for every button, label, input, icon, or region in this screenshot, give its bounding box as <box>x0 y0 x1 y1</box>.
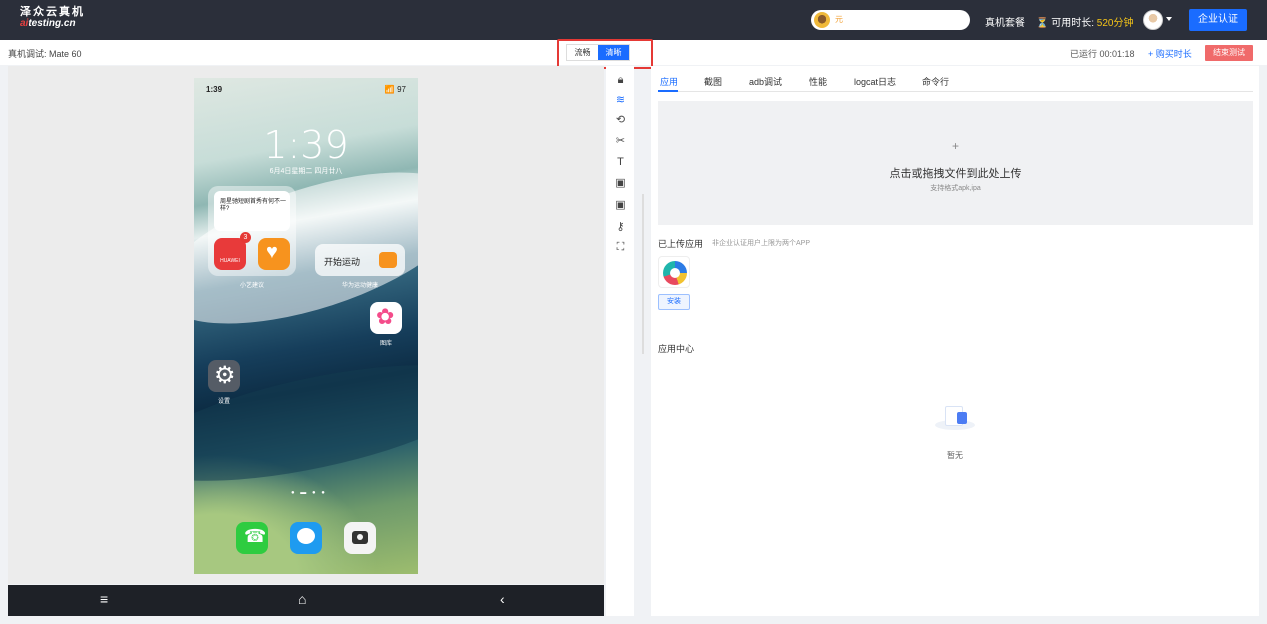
widget-label-health: 华为运动健康 <box>341 283 378 289</box>
status-icons: 📶 97 <box>384 85 406 94</box>
tab-shell[interactable]: 命令行 <box>922 75 949 88</box>
hourglass-icon: ⏳ <box>1036 18 1049 29</box>
gallery-label: 图库 <box>379 341 392 347</box>
widget-label-xiaoyi: 小艺建议 <box>239 283 264 289</box>
notification-badge: 3 <box>240 232 251 243</box>
news-card[interactable]: 周星驰短剧首秀有何不一样? <box>214 191 290 231</box>
back-icon[interactable]: ‹ <box>500 591 505 607</box>
sport-text: 开始运动 <box>324 257 361 267</box>
image-edit-icon[interactable]: ▣ <box>614 199 627 212</box>
tool-column: 🔒︎ ≋ ⟲ ✂ T ▣ ▣ ⚷ ⛶ <box>606 66 634 616</box>
wifi-icon[interactable]: ≋ <box>614 94 627 107</box>
home-icon[interactable]: ⌂ <box>298 591 306 607</box>
key-icon[interactable]: ⚷ <box>614 221 627 234</box>
app-center-title: 应用中心 <box>658 344 695 354</box>
chevron-down-icon[interactable] <box>1166 17 1172 21</box>
uploaded-apps-title: 已上传应用 <box>658 239 704 249</box>
device-screen-area: 1:39 📶 97 1:39 6月4日星期二 四月廿八 周星驰短剧首秀有何不一样… <box>8 66 604 584</box>
status-time: 1:39 <box>206 85 223 94</box>
user-pill[interactable]: 元 <box>811 10 970 30</box>
logo-domain-rest: testing.cn <box>28 18 76 29</box>
uploaded-app-icon[interactable] <box>658 256 690 288</box>
scissors-icon[interactable]: ✂ <box>614 135 627 148</box>
device-label: 真机调试: Mate 60 <box>8 49 82 59</box>
menu-icon[interactable]: ≡ <box>100 591 108 607</box>
tab-bar: 应用 截图 adb调试 性能 logcat日志 命令行 <box>658 66 1253 92</box>
start-sport-widget[interactable]: 开始运动 <box>315 244 405 276</box>
health-app-icon[interactable] <box>258 238 290 270</box>
text-icon[interactable]: T <box>614 156 627 169</box>
lockscreen-date: 6月4日星期二 四月廿八 <box>269 168 343 175</box>
tab-screenshot[interactable]: 截图 <box>704 75 722 88</box>
rotate-icon[interactable]: ⟲ <box>614 114 627 127</box>
top-bar: 泽众云真机 aitesting.cn 元 真机套餐 ⏳ 可用时长: 520分钟 … <box>0 0 1267 40</box>
health-icon <box>379 252 397 268</box>
empty-text: 暂无 <box>947 451 963 460</box>
highlight-box <box>557 39 653 69</box>
messages-app-icon[interactable] <box>290 522 322 554</box>
available-time-label: 可用时长: <box>1051 18 1095 29</box>
huawei-app-icon[interactable]: HUAWEI <box>214 238 246 270</box>
settings-label: 设置 <box>217 399 230 405</box>
upload-dropzone[interactable]: + 点击或拖拽文件到此处上传 支持格式apk,ipa <box>658 101 1253 225</box>
install-button[interactable]: 安装 <box>658 294 690 310</box>
tab-active-indicator <box>658 90 678 92</box>
logo-title: 泽众云真机 <box>20 6 85 18</box>
divider <box>642 194 644 354</box>
page-indicator: ● ▬ ● ● <box>291 490 327 496</box>
image-upload-icon[interactable]: ▣ <box>614 177 627 190</box>
empty-illustration-icon <box>935 404 975 432</box>
plus-icon: + <box>951 139 959 153</box>
account-avatar[interactable] <box>1143 10 1163 30</box>
gallery-app-icon[interactable] <box>370 302 402 334</box>
tab-performance[interactable]: 性能 <box>809 75 827 88</box>
settings-app-icon[interactable] <box>208 360 240 392</box>
tab-adb[interactable]: adb调试 <box>749 75 782 88</box>
upload-title: 点击或拖拽文件到此处上传 <box>889 168 1022 180</box>
fullscreen-icon[interactable]: ⛶ <box>614 241 627 254</box>
logo-domain: aitesting.cn <box>20 18 85 29</box>
available-time-value: 520分钟 <box>1096 18 1134 29</box>
runtime-text: 已运行 00:01:18 <box>1070 49 1135 59</box>
uploaded-apps-note: 非企业认证用户上限为两个APP <box>712 240 811 247</box>
lockscreen-clock: 1:39 <box>263 123 349 167</box>
user-avatar <box>814 12 830 28</box>
tab-logcat[interactable]: logcat日志 <box>854 75 896 88</box>
user-name: 元 <box>835 15 843 24</box>
phone-nav-bar: ≡ ⌂ ‹ <box>8 585 604 616</box>
logo[interactable]: 泽众云真机 aitesting.cn <box>20 6 85 30</box>
camera-app-icon[interactable] <box>344 522 376 554</box>
tab-apps[interactable]: 应用 <box>660 75 678 88</box>
buy-time-link[interactable]: + 购买时长 <box>1148 47 1192 60</box>
phone-screen[interactable]: 1:39 📶 97 1:39 6月4日星期二 四月廿八 周星驰短剧首秀有何不一样… <box>194 78 418 574</box>
right-panel: 应用 截图 adb调试 性能 logcat日志 命令行 + 点击或拖拽文件到此处… <box>651 66 1259 616</box>
upload-hint: 支持格式apk,ipa <box>930 185 981 192</box>
enterprise-cert-button[interactable]: 企业认证 <box>1189 9 1247 31</box>
lock-icon[interactable]: 🔒︎ <box>614 74 627 87</box>
app-logo-icon <box>663 261 687 285</box>
available-time: ⏳ 可用时长: 520分钟 <box>1036 14 1133 29</box>
phone-app-icon[interactable]: ☎ <box>236 522 268 554</box>
plans-link[interactable]: 真机套餐 <box>985 14 1025 29</box>
suggestion-widget[interactable]: 周星驰短剧首秀有何不一样? HUAWEI 3 <box>208 186 296 276</box>
end-test-button[interactable]: 结束测试 <box>1205 45 1253 61</box>
